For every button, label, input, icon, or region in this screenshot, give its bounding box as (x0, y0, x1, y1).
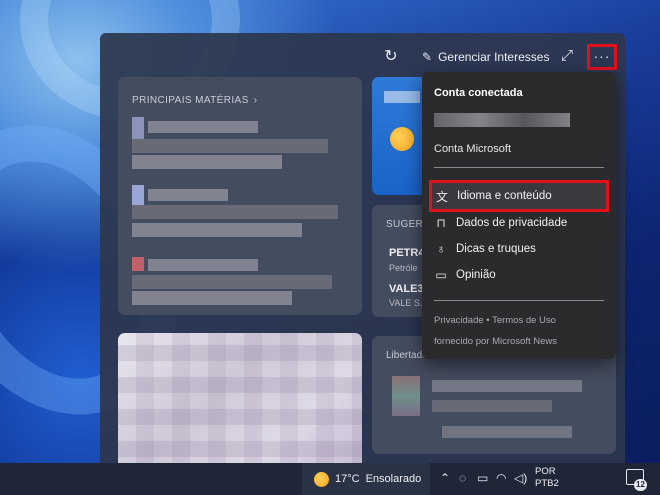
menu-item-language-content[interactable]: 文 Idioma e conteúdo (429, 180, 609, 212)
story-thumbnail[interactable] (132, 117, 144, 139)
sun-icon (314, 471, 329, 487)
story-headline-blurred[interactable] (132, 205, 338, 219)
team-logo-blurred (392, 376, 420, 416)
feedback-icon: ▭ (435, 268, 447, 282)
account-email-blurred (434, 113, 570, 127)
chevron-right-icon: › (253, 95, 258, 106)
battery-icon[interactable]: ▭ (477, 471, 488, 485)
stock-name: VALE S. (389, 298, 423, 308)
onedrive-icon[interactable]: ◌ (459, 471, 466, 485)
menu-divider (434, 167, 604, 168)
expand-icon[interactable]: ⤢ (558, 47, 576, 65)
wifi-icon[interactable]: ◠ (496, 471, 506, 485)
taskbar-weather-condition: Ensolarado (365, 473, 422, 485)
story-thumbnail[interactable] (132, 257, 144, 271)
more-options-button[interactable]: ··· (587, 44, 617, 70)
match-info-blurred (432, 380, 582, 392)
privacy-terms-links[interactable]: Privacidade • Termos de Uso (434, 315, 556, 326)
lightbulb-icon: ♁ (436, 242, 446, 256)
more-options-menu: Conta conectada Conta Microsoft 文 Idioma… (422, 72, 616, 359)
match-info-blurred (432, 400, 552, 412)
menu-item-privacy-data[interactable]: ⊓ Dados de privacidade (434, 212, 604, 234)
microsoft-account-link[interactable]: Conta Microsoft (434, 143, 511, 155)
match-info-blurred (442, 426, 572, 438)
story-headline-blurred[interactable] (148, 189, 228, 201)
notification-count-badge: 12 (634, 479, 647, 491)
taskbar-weather-button[interactable]: 17°C Ensolarado (302, 463, 430, 495)
menu-item-tips[interactable]: ♁ Dicas e truques (434, 238, 604, 260)
menu-item-label: Dados de privacidade (456, 217, 568, 229)
stocks-title: SUGERI (386, 219, 427, 230)
story-headline-blurred[interactable] (132, 291, 292, 305)
top-stories-card[interactable]: PRINCIPAIS MATÉRIAS › (118, 77, 362, 315)
story-thumbnail[interactable] (132, 185, 144, 205)
stock-symbol[interactable]: PETR4 (389, 247, 424, 259)
chevron-up-icon[interactable]: ⌃ (440, 471, 450, 485)
stock-name: Petróle (389, 263, 418, 273)
keyboard-layout: PTB2 (535, 478, 559, 489)
menu-item-label: Opinião (456, 269, 496, 281)
menu-item-label: Idioma e conteúdo (457, 190, 552, 202)
story-headline-blurred[interactable] (148, 121, 258, 133)
story-headline-blurred[interactable] (132, 275, 332, 289)
story-headline-blurred[interactable] (132, 223, 302, 237)
menu-divider (434, 300, 604, 301)
language-indicator[interactable]: POR PTB2 (535, 466, 559, 490)
weather-location-blurred (384, 91, 420, 103)
photo-story-card-blurred[interactable] (118, 333, 362, 468)
language-code: POR (535, 466, 556, 477)
pencil-icon: ✎ (422, 50, 433, 64)
refresh-icon[interactable]: ↻ (382, 48, 400, 66)
lock-icon: ⊓ (436, 216, 446, 230)
sun-icon (390, 127, 414, 151)
taskbar-temperature: 17°C (335, 473, 360, 485)
story-headline-blurred[interactable] (132, 139, 328, 153)
menu-item-label: Dicas e truques (456, 243, 536, 255)
manage-interests-button[interactable]: ✎ Gerenciar Interesses (422, 47, 549, 67)
powered-by-label: fornecido por Microsoft News (434, 336, 558, 347)
stock-symbol[interactable]: VALE3 (389, 283, 424, 295)
top-stories-header[interactable]: PRINCIPAIS MATÉRIAS › (132, 95, 257, 106)
story-headline-blurred[interactable] (148, 259, 258, 271)
story-headline-blurred[interactable] (132, 155, 282, 169)
taskbar: 17°C Ensolarado ⌃ ◌ ▭ ◠ ◁) POR PTB2 12 (0, 463, 660, 495)
connected-account-header: Conta conectada (434, 87, 523, 99)
language-icon: 文 (435, 189, 448, 204)
manage-interests-label: Gerenciar Interesses (438, 50, 550, 64)
top-stories-title: PRINCIPAIS MATÉRIAS (132, 95, 249, 106)
menu-item-feedback[interactable]: ▭ Opinião (434, 264, 604, 286)
volume-icon[interactable]: ◁) (514, 471, 527, 485)
